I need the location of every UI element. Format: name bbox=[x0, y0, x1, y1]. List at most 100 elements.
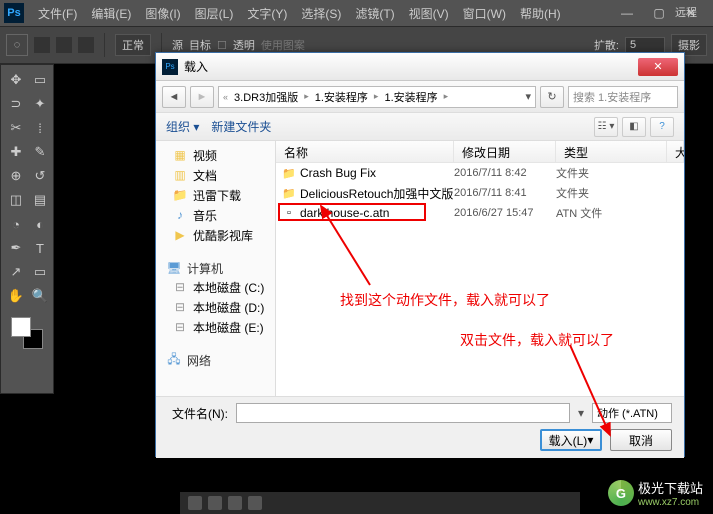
sidebar: ▦视频 ▥文档 📁迅雷下载 ♪音乐 ▶优酷影视库 🖥计算机 ⊟本地磁盘 (C:)… bbox=[156, 141, 276, 396]
ps-menu-bar: Ps 文件(F) 编辑(E) 图像(I) 图层(L) 文字(Y) 选择(S) 滤… bbox=[0, 0, 713, 26]
nav-fwd-button[interactable]: ► bbox=[190, 86, 214, 108]
move-tool-icon[interactable]: ✥ bbox=[5, 69, 27, 91]
dialog-title: 载入 bbox=[184, 58, 208, 75]
fg-color[interactable] bbox=[11, 317, 31, 337]
view-mode-button[interactable]: ☷ ▾ bbox=[594, 117, 618, 137]
filename-input[interactable] bbox=[236, 403, 570, 423]
opt-mode[interactable]: 正常 bbox=[115, 34, 151, 56]
col-size[interactable]: 大 bbox=[667, 141, 684, 162]
bb-play-icon[interactable] bbox=[188, 496, 202, 510]
bb-stop-icon[interactable] bbox=[228, 496, 242, 510]
ps-toolbox: ✥ ▭ ⊃ ✦ ✂ ⁞ ✚ ✎ ⊕ ↺ ◫ ▤ ◔ ◐ ✒ T ↗ ▭ ✋ 🔍 bbox=[0, 64, 54, 394]
swatch-3[interactable] bbox=[78, 37, 94, 53]
col-name[interactable]: 名称 bbox=[276, 141, 454, 162]
eraser-tool-icon[interactable]: ◫ bbox=[5, 189, 27, 211]
dialog-titlebar: Ps 载入 ✕ bbox=[156, 53, 684, 81]
menu-help[interactable]: 帮助(H) bbox=[514, 2, 567, 25]
menu-window[interactable]: 窗口(W) bbox=[457, 2, 512, 25]
load-button[interactable]: 载入(L) ▾ bbox=[540, 429, 602, 451]
menu-view[interactable]: 视图(V) bbox=[403, 2, 455, 25]
menu-filter[interactable]: 滤镜(T) bbox=[349, 2, 400, 25]
menu-layer[interactable]: 图层(L) bbox=[189, 2, 240, 25]
filename-label: 文件名(N): bbox=[168, 405, 228, 422]
col-date[interactable]: 修改日期 bbox=[454, 141, 556, 162]
sidebar-disk-c[interactable]: ⊟本地磁盘 (C:) bbox=[156, 277, 275, 297]
bb-next-icon[interactable] bbox=[208, 496, 222, 510]
breadcrumb[interactable]: « 3.DR3加强版 ▸ 1.安装程序 ▸ 1.安装程序 ▸ ▾ bbox=[218, 86, 536, 108]
list-row[interactable]: 📁Crash Bug Fix 2016/7/11 8:42 文件夹 bbox=[276, 163, 684, 183]
brush-tool-icon[interactable]: ✎ bbox=[29, 141, 51, 163]
lasso-tool-icon[interactable]: ⊃ bbox=[5, 93, 27, 115]
swatch-2[interactable] bbox=[56, 37, 72, 53]
gradient-tool-icon[interactable]: ▤ bbox=[29, 189, 51, 211]
annotation-text-1: 找到这个动作文件，载入就可以了 bbox=[340, 290, 550, 310]
preview-button[interactable]: ◧ bbox=[622, 117, 646, 137]
path-tool-icon[interactable]: ↗ bbox=[5, 261, 27, 283]
help-button[interactable]: ? bbox=[650, 117, 674, 137]
tool-preset-icon[interactable]: ◌ bbox=[6, 34, 28, 56]
filetype-select[interactable]: 动作 (*.ATN) bbox=[592, 403, 672, 423]
sidebar-network[interactable]: 🖧网络 bbox=[156, 347, 275, 369]
sidebar-music[interactable]: ♪音乐 bbox=[156, 205, 275, 225]
watermark-logo-icon: G bbox=[608, 480, 634, 506]
dialog-ps-icon: Ps bbox=[162, 59, 178, 75]
hand-tool-icon[interactable]: ✋ bbox=[5, 285, 27, 307]
sidebar-xunlei[interactable]: 📁迅雷下载 bbox=[156, 185, 275, 205]
menu-select[interactable]: 选择(S) bbox=[295, 2, 347, 25]
maximize-button[interactable]: ▢ bbox=[645, 4, 673, 22]
menu-edit[interactable]: 编辑(E) bbox=[85, 2, 137, 25]
breadcrumb-2[interactable]: 1.安装程序 bbox=[380, 89, 441, 105]
minimize-button[interactable]: — bbox=[613, 4, 641, 22]
dialog-footer: 文件名(N): ▾ 动作 (*.ATN) 载入(L) ▾ 取消 bbox=[156, 396, 684, 458]
search-input[interactable]: 搜索 1.安装程序 bbox=[568, 86, 678, 108]
opt-diffusion-input[interactable] bbox=[625, 37, 665, 53]
file-icon: ▫ bbox=[282, 207, 296, 219]
sidebar-video[interactable]: ▦视频 bbox=[156, 145, 275, 165]
list-row[interactable]: 📁DeliciousRetouch加强中文版 2016/7/11 8:41 文件… bbox=[276, 183, 684, 203]
blur-tool-icon[interactable]: ◔ bbox=[5, 213, 27, 235]
opt-target[interactable]: 目标 bbox=[189, 37, 211, 53]
nav-refresh-button[interactable]: ↻ bbox=[540, 86, 564, 108]
history-brush-icon[interactable]: ↺ bbox=[29, 165, 51, 187]
sidebar-docs[interactable]: ▥文档 bbox=[156, 165, 275, 185]
folder-icon: 📁 bbox=[282, 167, 296, 179]
bb-btn-icon[interactable] bbox=[248, 496, 262, 510]
swatch-1[interactable] bbox=[34, 37, 50, 53]
shape-tool-icon[interactable]: ▭ bbox=[29, 261, 51, 283]
eyedropper-tool-icon[interactable]: ⁞ bbox=[29, 117, 51, 139]
marquee-tool-icon[interactable]: ▭ bbox=[29, 69, 51, 91]
file-open-dialog: Ps 载入 ✕ ◄ ► « 3.DR3加强版 ▸ 1.安装程序 ▸ 1.安装程序… bbox=[155, 52, 685, 457]
new-folder-button[interactable]: 新建文件夹 bbox=[211, 118, 271, 135]
menu-file[interactable]: 文件(F) bbox=[32, 2, 83, 25]
annotation-text-2: 双击文件，载入就可以了 bbox=[460, 330, 614, 350]
bottom-bar bbox=[180, 492, 580, 514]
stamp-tool-icon[interactable]: ⊕ bbox=[5, 165, 27, 187]
menu-image[interactable]: 图像(I) bbox=[139, 2, 186, 25]
col-type[interactable]: 类型 bbox=[556, 141, 667, 162]
sidebar-youku[interactable]: ▶优酷影视库 bbox=[156, 225, 275, 245]
nav-back-button[interactable]: ◄ bbox=[162, 86, 186, 108]
type-tool-icon[interactable]: T bbox=[29, 237, 51, 259]
sidebar-disk-d[interactable]: ⊟本地磁盘 (D:) bbox=[156, 297, 275, 317]
color-swatches[interactable] bbox=[11, 317, 43, 349]
dialog-close-button[interactable]: ✕ bbox=[638, 58, 678, 76]
remote-label: 远程 bbox=[675, 4, 697, 20]
heal-tool-icon[interactable]: ✚ bbox=[5, 141, 27, 163]
dodge-tool-icon[interactable]: ◐ bbox=[29, 213, 51, 235]
list-row[interactable]: ▫dark house-c.atn 2016/6/27 15:47 ATN 文件 bbox=[276, 203, 684, 223]
opt-source[interactable]: 源 bbox=[172, 37, 183, 53]
folder-icon: 📁 bbox=[282, 187, 296, 199]
cancel-button[interactable]: 取消 bbox=[610, 429, 672, 451]
organize-button[interactable]: 组织 ▾ bbox=[166, 118, 199, 135]
sidebar-disk-e[interactable]: ⊟本地磁盘 (E:) bbox=[156, 317, 275, 337]
pen-tool-icon[interactable]: ✒ bbox=[5, 237, 27, 259]
breadcrumb-1[interactable]: 1.安装程序 bbox=[311, 89, 372, 105]
crop-tool-icon[interactable]: ✂ bbox=[5, 117, 27, 139]
sidebar-computer[interactable]: 🖥计算机 bbox=[156, 255, 275, 277]
wand-tool-icon[interactable]: ✦ bbox=[29, 93, 51, 115]
zoom-tool-icon[interactable]: 🔍 bbox=[29, 285, 51, 307]
menu-type[interactable]: 文字(Y) bbox=[241, 2, 293, 25]
opt-transparent[interactable]: 透明 bbox=[233, 37, 255, 53]
dialog-nav-bar: ◄ ► « 3.DR3加强版 ▸ 1.安装程序 ▸ 1.安装程序 ▸ ▾ ↻ 搜… bbox=[156, 81, 684, 113]
breadcrumb-0[interactable]: 3.DR3加强版 bbox=[230, 89, 302, 105]
